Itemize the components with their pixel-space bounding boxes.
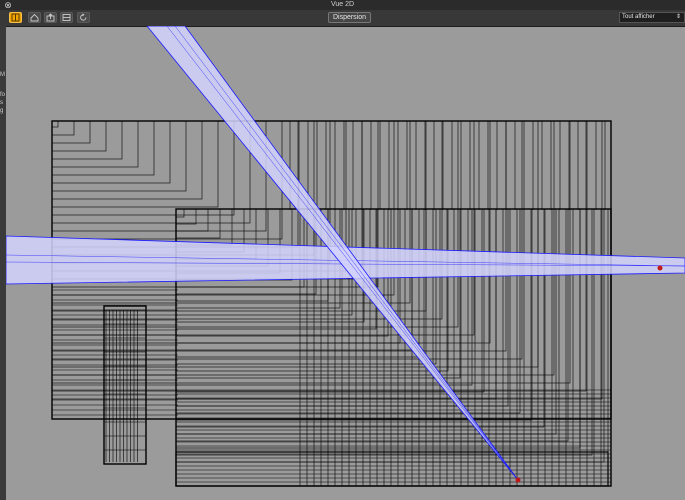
split-view-icon xyxy=(62,14,71,21)
view-select[interactable]: Tout afficher ⇕ xyxy=(619,12,685,23)
nested-frame xyxy=(51,120,107,152)
nested-frame xyxy=(51,120,251,224)
geometry-wireframe xyxy=(51,120,612,487)
chevron-updown-icon: ⇕ xyxy=(675,14,681,20)
nested-frame xyxy=(51,120,75,136)
upload-button[interactable] xyxy=(44,12,57,23)
rotate-icon xyxy=(80,13,87,21)
toolbar: Dispersion Tout afficher ⇕ xyxy=(0,10,685,27)
window-title: Vue 2D xyxy=(330,1,355,8)
rotate-button[interactable] xyxy=(77,12,90,23)
split-view-button[interactable] xyxy=(60,12,73,23)
nested-frame xyxy=(175,208,185,218)
nested-frame xyxy=(175,208,437,365)
nested-frame xyxy=(51,120,187,192)
nested-frame xyxy=(51,120,123,160)
nested-frame xyxy=(175,208,209,232)
nested-frame xyxy=(51,120,171,184)
nested-frame xyxy=(51,120,235,216)
source-point xyxy=(657,265,663,271)
side-panel-char: s xyxy=(0,100,3,106)
select-tool-button[interactable] xyxy=(9,12,22,23)
2d-view-canvas[interactable] xyxy=(6,26,685,500)
side-panel-char: fo xyxy=(0,92,6,98)
nested-frame xyxy=(51,120,139,168)
side-panel-char: M xyxy=(0,72,5,78)
nested-frame xyxy=(175,208,221,239)
nested-frame xyxy=(51,120,203,200)
box-outline xyxy=(175,451,609,487)
home-button[interactable] xyxy=(28,12,41,23)
beam-dispersion xyxy=(6,26,685,481)
view-select-value: Tout afficher xyxy=(622,14,655,20)
home-icon xyxy=(30,13,39,22)
nested-frame xyxy=(51,120,315,256)
nested-frame xyxy=(175,208,233,246)
nested-frame xyxy=(51,120,59,128)
nested-frame xyxy=(175,208,197,225)
side-panel-char: g xyxy=(0,108,4,114)
nested-frame xyxy=(175,208,449,372)
select-tool-icon xyxy=(11,13,20,22)
upload-icon xyxy=(46,13,55,22)
nested-frame xyxy=(51,120,443,320)
nested-frame xyxy=(175,208,533,421)
tab-dispersion[interactable]: Dispersion xyxy=(328,12,371,23)
source-point xyxy=(515,477,521,483)
title-bar: ⊗ Vue 2D xyxy=(0,0,685,10)
nested-frame xyxy=(51,120,219,208)
nested-frame xyxy=(175,208,557,435)
